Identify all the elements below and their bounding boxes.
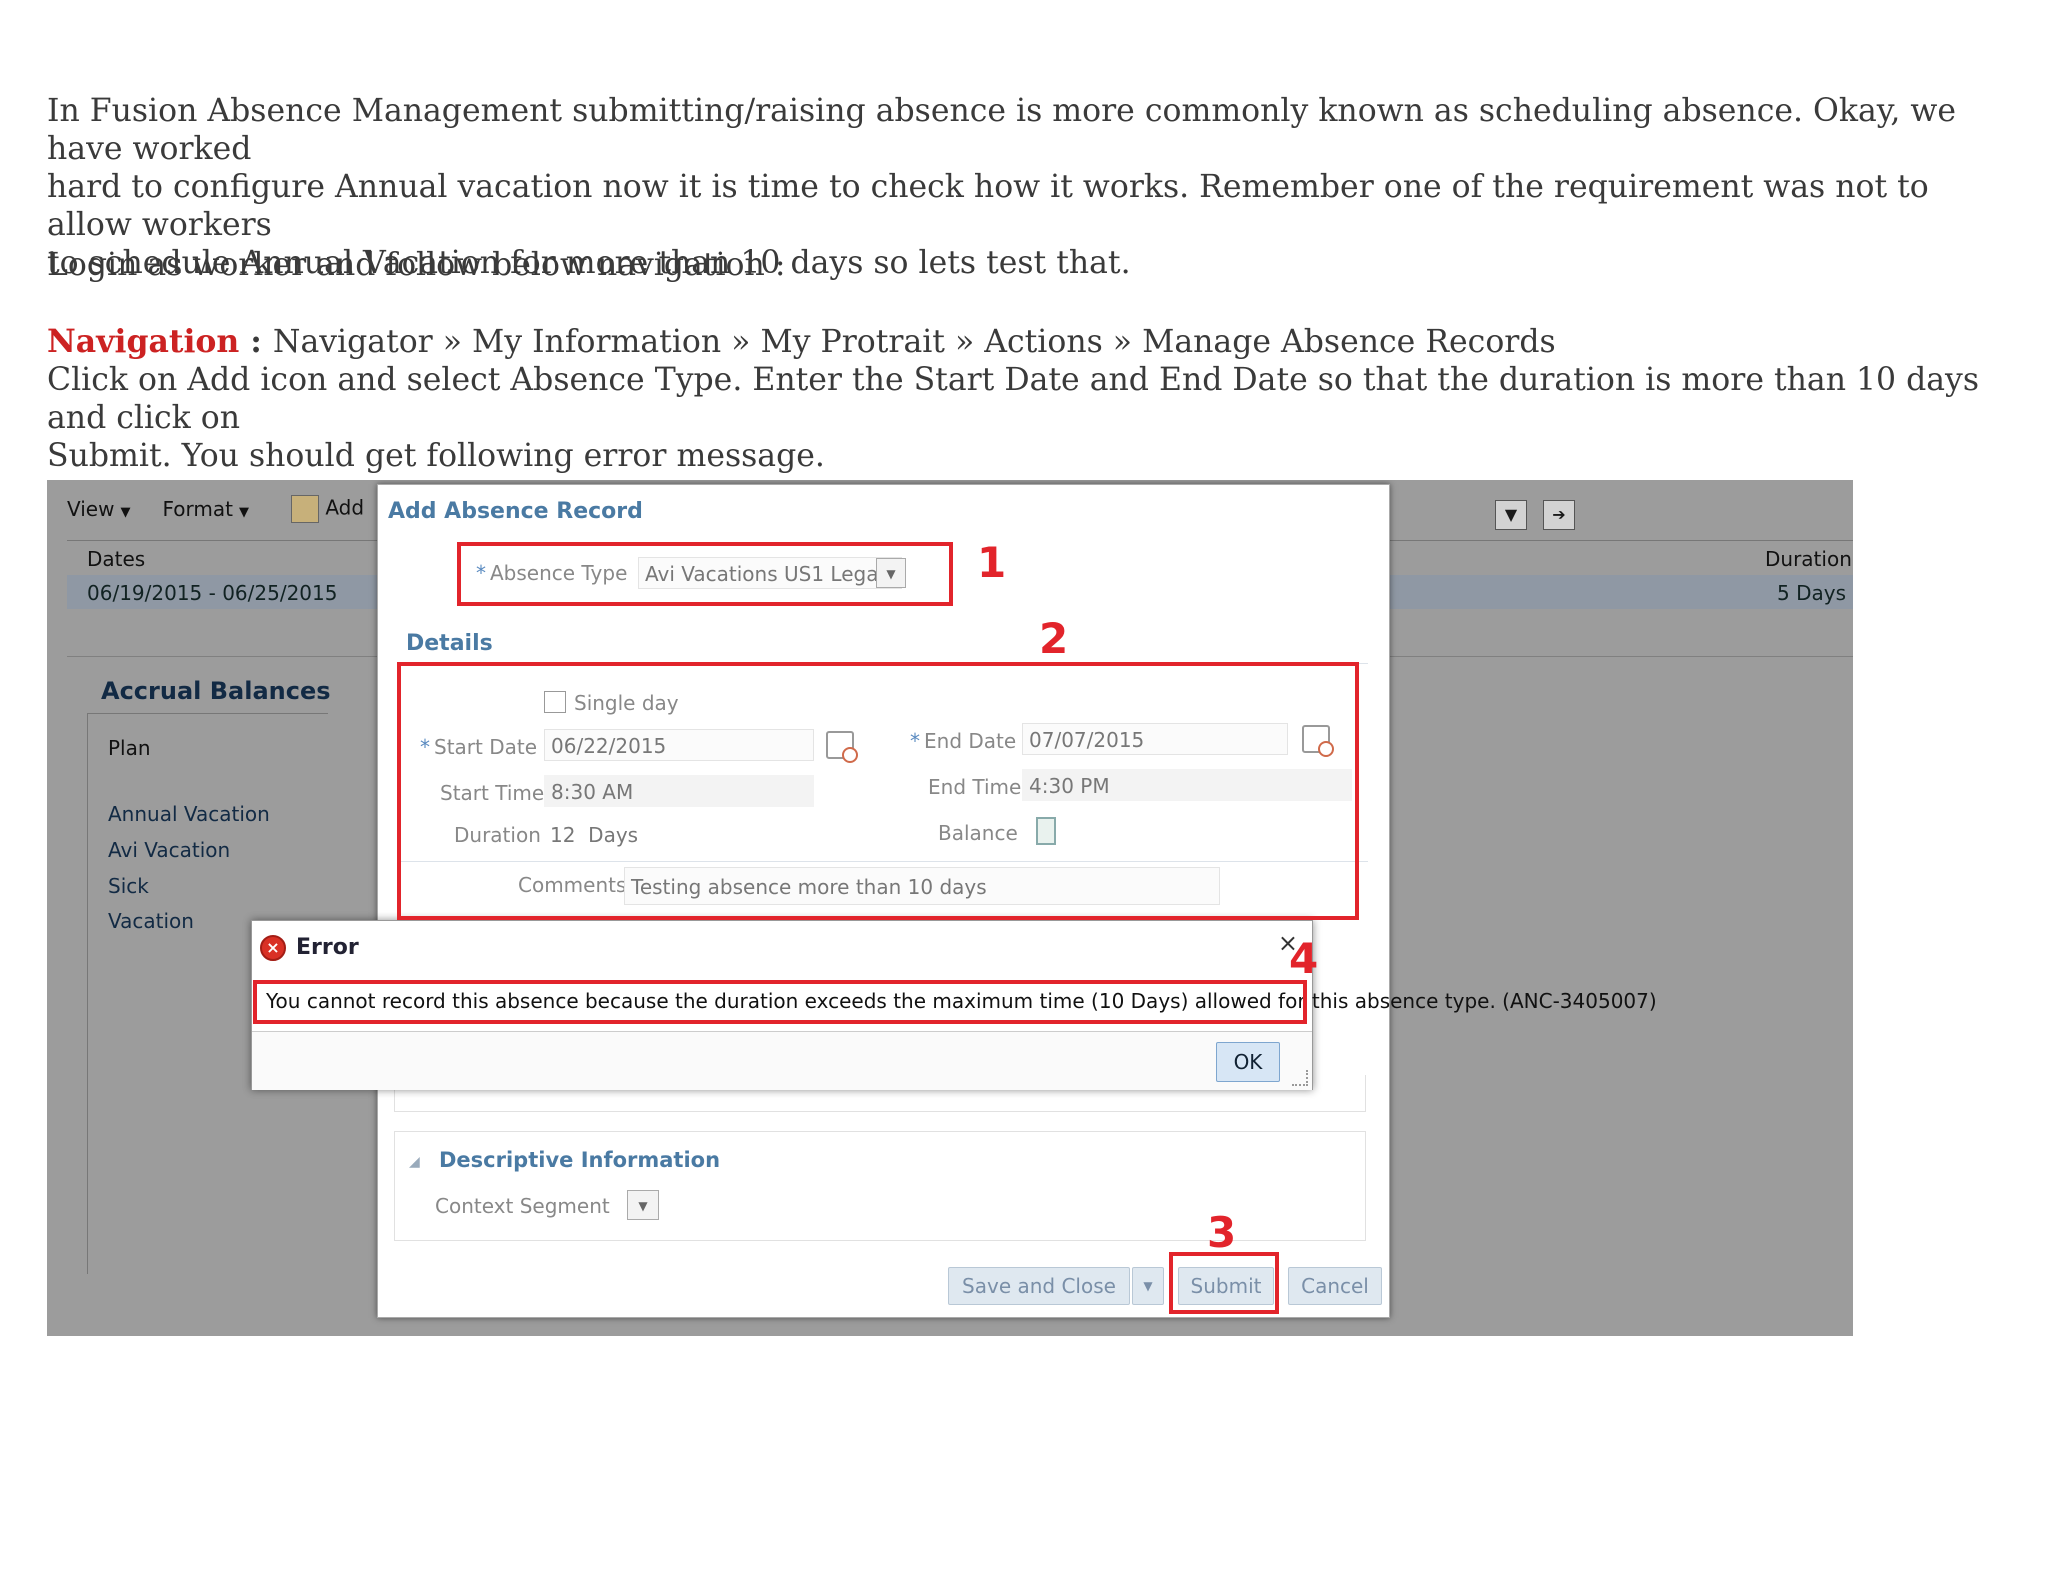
- annotation-number-3: 3: [1207, 1208, 1237, 1257]
- accrual-balances-title: Accrual Balances: [101, 677, 331, 705]
- background-toolbar: View ▼ Format ▼ Add: [67, 492, 364, 526]
- details-header: Details: [406, 631, 493, 656]
- context-segment-dropdown[interactable]: ▼: [627, 1190, 659, 1220]
- plan-row[interactable]: Vacation: [108, 909, 194, 933]
- duration-column-header: Duration: [1765, 547, 1852, 571]
- plan-column-header: Plan: [108, 736, 151, 760]
- view-menu[interactable]: View ▼: [67, 497, 130, 521]
- absence-screenshot: View ▼ Format ▼ Add ▼ ➔ Dates Duration 06/…: [47, 480, 1853, 1336]
- intro-line-2: hard to configure Annual vacation now it…: [47, 169, 1929, 243]
- plan-row[interactable]: Sick: [108, 874, 149, 898]
- annotation-box-details: [397, 662, 1359, 920]
- chevron-down-icon: ▼: [1143, 1279, 1153, 1293]
- row-dates-cell: 06/19/2015 - 06/25/2015: [87, 581, 338, 605]
- ok-button[interactable]: OK: [1216, 1042, 1280, 1082]
- annotation-number-4: 4: [1289, 934, 1319, 983]
- save-and-close-button[interactable]: Save and Close: [948, 1267, 1130, 1305]
- intro-line-1: In Fusion Absence Management submitting/…: [47, 93, 1956, 167]
- collapse-triangle-icon[interactable]: ◢: [409, 1154, 420, 1170]
- plan-row[interactable]: Avi Vacation: [108, 838, 230, 862]
- annotation-box-error-message: [253, 980, 1307, 1024]
- descriptive-information-header: Descriptive Information: [439, 1148, 721, 1172]
- chevron-down-icon: ▼: [238, 505, 249, 520]
- context-segment-label: Context Segment: [435, 1194, 610, 1218]
- navigation-separator: :: [239, 323, 273, 360]
- annotation-box-submit: [1169, 1252, 1279, 1314]
- dates-column-header: Dates: [87, 547, 146, 571]
- save-options-dropdown[interactable]: ▼: [1132, 1267, 1164, 1305]
- instructions-line-2: Submit. You should get following error m…: [47, 438, 825, 474]
- login-paragraph: Login as worker and follow below navigat…: [47, 247, 786, 283]
- plan-row[interactable]: Annual Vacation: [108, 802, 270, 826]
- annotation-number-1: 1: [977, 538, 1007, 587]
- arrow-right-icon: ➔: [1552, 505, 1566, 524]
- annotation-number-2: 2: [1039, 614, 1069, 663]
- chevron-down-icon: ▼: [120, 505, 131, 520]
- background-go-button[interactable]: ➔: [1543, 500, 1575, 530]
- annotation-box-absence-type: [457, 542, 953, 606]
- row-duration-cell: 5 Days: [1777, 581, 1846, 605]
- error-footer: OK: [252, 1031, 1312, 1090]
- resize-grip-icon[interactable]: [1292, 1070, 1308, 1086]
- navigation-paragraph: Navigation : Navigator » My Information …: [47, 323, 2022, 475]
- add-button[interactable]: Add: [290, 495, 364, 523]
- instructions-line-1: Click on Add icon and select Absence Typ…: [47, 362, 1980, 436]
- format-menu[interactable]: Format ▼: [162, 497, 248, 521]
- chevron-down-icon: ▼: [638, 1199, 648, 1213]
- background-dropdown-button[interactable]: ▼: [1495, 500, 1527, 530]
- dialog-title: Add Absence Record: [388, 499, 643, 524]
- chevron-down-icon: ▼: [1504, 505, 1518, 524]
- add-icon: [290, 495, 319, 523]
- cancel-button[interactable]: Cancel: [1288, 1267, 1382, 1305]
- navigation-label: Navigation: [47, 323, 240, 360]
- error-title: Error: [296, 935, 359, 960]
- navigation-path: Navigator » My Information » My Protrait…: [272, 324, 1556, 360]
- error-icon: ×: [260, 935, 286, 961]
